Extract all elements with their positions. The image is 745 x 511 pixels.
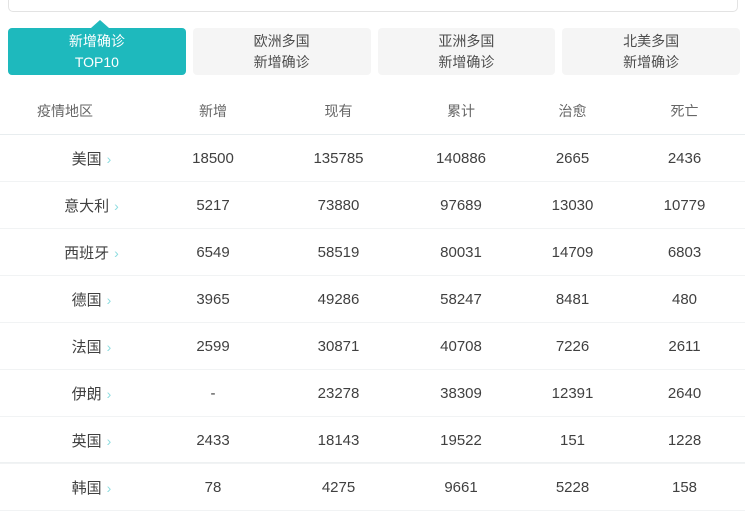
deaths-value: 2611: [624, 323, 745, 370]
tab-label-line1: 北美多国: [623, 31, 679, 52]
region-link[interactable]: 伊朗 ›: [0, 370, 150, 417]
region-name: 西班牙: [64, 245, 109, 262]
cured-value: 151: [521, 417, 624, 464]
col-header-new: 新增: [150, 75, 276, 135]
table-row: 伊朗 › -2327838309123912640: [0, 370, 745, 417]
tab-label-line2: 新增确诊: [254, 52, 310, 73]
chevron-right-icon: ›: [114, 198, 119, 214]
deaths-value: 6803: [624, 229, 745, 276]
region-name: 德国: [72, 292, 102, 309]
cured-value: 5228: [521, 464, 624, 511]
existing-cases-value: 23278: [276, 370, 401, 417]
cured-value: 8481: [521, 276, 624, 323]
deaths-value: 10779: [624, 182, 745, 229]
region-link[interactable]: 法国 ›: [0, 323, 150, 370]
epidemic-stats-table: 疫情地区 新增 现有 累计 治愈 死亡 美国 › 18500135785140886…: [0, 75, 745, 511]
new-cases-value: 2599: [150, 323, 276, 370]
col-header-total: 累计: [401, 75, 521, 135]
active-tab-caret-icon: [91, 20, 109, 28]
new-cases-value: 5217: [150, 182, 276, 229]
chevron-right-icon: ›: [107, 386, 112, 402]
chevron-right-icon: ›: [107, 433, 112, 449]
tab-label-line2: TOP10: [75, 52, 119, 73]
tab-label-line1: 欧洲多国: [254, 31, 310, 52]
col-header-cured: 治愈: [521, 75, 624, 135]
total-cases-value: 38309: [401, 370, 521, 417]
table-row: 法国 › 2599308714070872262611: [0, 323, 745, 370]
tab-label-line2: 新增确诊: [438, 52, 494, 73]
existing-cases-value: 73880: [276, 182, 401, 229]
deaths-value: 2640: [624, 370, 745, 417]
total-cases-value: 97689: [401, 182, 521, 229]
deaths-value: 480: [624, 276, 745, 323]
col-header-region: 疫情地区: [0, 75, 150, 135]
table-row: 英国 › 243318143195221511228: [0, 417, 745, 464]
tab-bar: 新增确诊 TOP10 欧洲多国 新增确诊 亚洲多国 新增确诊 北美多国 新增确诊: [8, 28, 740, 75]
region-link[interactable]: 西班牙 ›: [0, 229, 150, 276]
existing-cases-value: 135785: [276, 135, 401, 182]
table-header-row: 疫情地区 新增 现有 累计 治愈 死亡: [0, 75, 745, 135]
existing-cases-value: 18143: [276, 417, 401, 464]
deaths-value: 2436: [624, 135, 745, 182]
existing-cases-value: 4275: [276, 464, 401, 511]
region-link[interactable]: 韩国 ›: [0, 464, 150, 511]
new-cases-value: 3965: [150, 276, 276, 323]
new-cases-value: 2433: [150, 417, 276, 464]
region-name: 伊朗: [72, 386, 102, 403]
table-bottom-border: [0, 462, 745, 463]
cured-value: 2665: [521, 135, 624, 182]
chevron-right-icon: ›: [114, 245, 119, 261]
region-name: 意大利: [64, 198, 109, 215]
tab-new-confirmed-top10[interactable]: 新增确诊 TOP10: [8, 28, 186, 75]
region-link[interactable]: 英国 ›: [0, 417, 150, 464]
region-link[interactable]: 美国 ›: [0, 135, 150, 182]
total-cases-value: 9661: [401, 464, 521, 511]
new-cases-value: 6549: [150, 229, 276, 276]
cured-value: 13030: [521, 182, 624, 229]
deaths-value: 158: [624, 464, 745, 511]
tab-europe-new-confirmed[interactable]: 欧洲多国 新增确诊: [193, 28, 371, 75]
tab-label-line2: 新增确诊: [623, 52, 679, 73]
deaths-value: 1228: [624, 417, 745, 464]
region-name: 韩国: [72, 480, 102, 497]
cured-value: 14709: [521, 229, 624, 276]
cured-value: 7226: [521, 323, 624, 370]
total-cases-value: 140886: [401, 135, 521, 182]
top-panel-partial: [8, 0, 738, 12]
total-cases-value: 80031: [401, 229, 521, 276]
table-row: 意大利 › 521773880976891303010779: [0, 182, 745, 229]
table-row: 德国 › 396549286582478481480: [0, 276, 745, 323]
tab-label-line1: 新增确诊: [69, 31, 125, 52]
region-name: 英国: [72, 433, 102, 450]
chevron-right-icon: ›: [107, 292, 112, 308]
tab-label-line1: 亚洲多国: [438, 31, 494, 52]
existing-cases-value: 49286: [276, 276, 401, 323]
new-cases-value: 18500: [150, 135, 276, 182]
table-row: 西班牙 › 65495851980031147096803: [0, 229, 745, 276]
total-cases-value: 19522: [401, 417, 521, 464]
table-row: 韩国 › 78427596615228158: [0, 464, 745, 511]
chevron-right-icon: ›: [107, 151, 112, 167]
existing-cases-value: 58519: [276, 229, 401, 276]
total-cases-value: 58247: [401, 276, 521, 323]
col-header-dead: 死亡: [624, 75, 745, 135]
total-cases-value: 40708: [401, 323, 521, 370]
existing-cases-value: 30871: [276, 323, 401, 370]
col-header-existing: 现有: [276, 75, 401, 135]
region-name: 美国: [72, 151, 102, 168]
tab-north-america-new-confirmed[interactable]: 北美多国 新增确诊: [562, 28, 740, 75]
region-link[interactable]: 意大利 ›: [0, 182, 150, 229]
chevron-right-icon: ›: [107, 339, 112, 355]
new-cases-value: -: [150, 370, 276, 417]
table-row: 美国 › 1850013578514088626652436: [0, 135, 745, 182]
region-link[interactable]: 德国 ›: [0, 276, 150, 323]
cured-value: 12391: [521, 370, 624, 417]
chevron-right-icon: ›: [107, 480, 112, 496]
tab-asia-new-confirmed[interactable]: 亚洲多国 新增确诊: [378, 28, 556, 75]
region-name: 法国: [72, 339, 102, 356]
new-cases-value: 78: [150, 464, 276, 511]
